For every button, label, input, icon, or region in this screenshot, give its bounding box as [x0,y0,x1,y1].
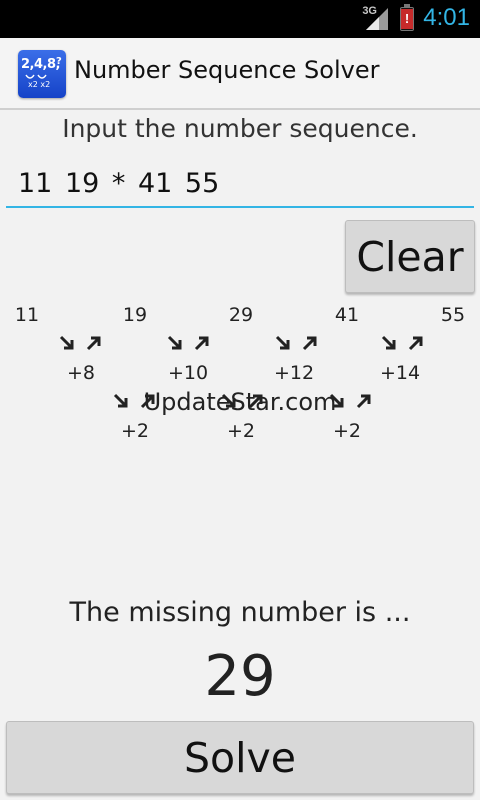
status-time: 4:01 [423,4,470,31]
input-label: Input the number sequence. [62,114,418,143]
arrow-up-right-icon [302,336,317,351]
arrow-down-right-icon [381,335,396,350]
second-difference: +2 [332,420,362,442]
first-difference: +12 [273,362,315,384]
arrow-up-right-icon [86,336,101,351]
result-value: 29 [204,644,276,709]
signal-icon [366,8,388,30]
watermark: UpdateStar.com [143,388,337,416]
sequence-term: 29 [228,304,254,326]
sequence-input[interactable] [6,160,474,208]
sequence-term: 41 [334,304,360,326]
solve-button[interactable]: Solve [6,721,474,794]
arrow-down-right-icon [167,335,182,350]
arrow-down-right-icon [59,335,74,350]
second-difference: +2 [226,420,256,442]
clear-button[interactable]: Clear [345,220,475,293]
sequence-term: 19 [122,304,148,326]
first-difference: +14 [379,362,421,384]
arrow-up-right-icon [408,336,423,351]
app-icon-sub: x2 x2 [28,80,51,89]
app-title: Number Sequence Solver [74,56,380,84]
first-difference: +8 [66,362,96,384]
arrow-down-right-icon [275,335,290,350]
sequence-term: 55 [440,304,466,326]
first-difference: +10 [167,362,209,384]
battery-alert: ! [401,9,413,29]
battery-icon: ! [400,4,414,31]
status-bar: 3G ! 4:01 [0,0,480,38]
second-difference: +2 [120,420,150,442]
sequence-term: 11 [14,304,40,326]
arrow-up-right-icon [194,336,209,351]
app-icon[interactable]: 2,4,8, ? x2 x2 [18,50,66,98]
app-icon-arcs [25,74,47,79]
action-bar: 2,4,8, ? x2 x2 Number Sequence Solver [0,38,480,110]
result-label: The missing number is ... [69,597,411,628]
